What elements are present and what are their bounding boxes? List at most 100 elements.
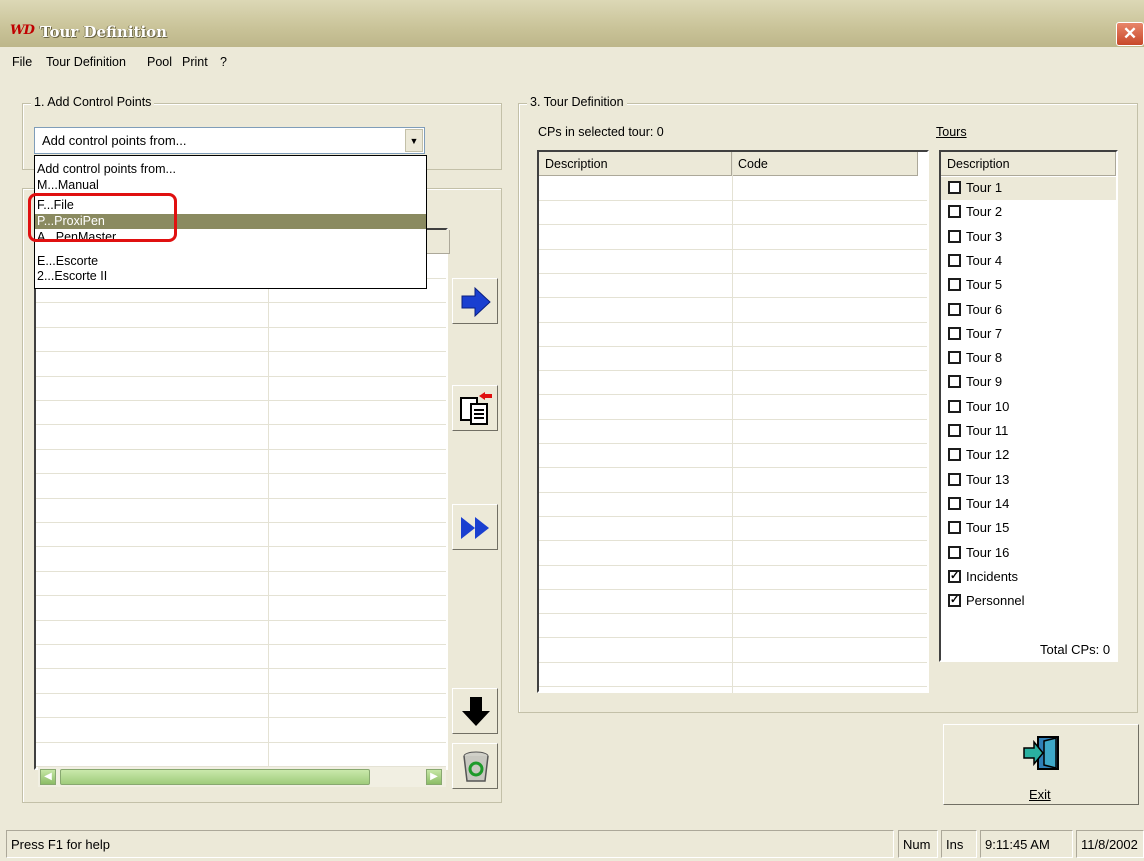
menu-help[interactable]: ?	[220, 55, 227, 69]
option-add-from[interactable]: Add control points from...	[35, 162, 426, 177]
tour-cp-grid[interactable]: Description Code	[537, 150, 929, 693]
checkbox-icon[interactable]	[948, 448, 961, 462]
tour-label: Tour 16	[966, 544, 1010, 560]
checkbox-checked-icon[interactable]: ✓	[948, 569, 961, 583]
control-points-grid[interactable]	[34, 228, 450, 770]
tours-header-description[interactable]: Description	[941, 152, 1116, 176]
checkbox-checked-icon[interactable]: ✓	[948, 594, 961, 608]
total-cps-label: Total CPs: 0	[1040, 642, 1111, 657]
grid-row-line	[36, 595, 446, 597]
grid-row-line	[36, 326, 446, 328]
grid-row-line	[36, 448, 446, 450]
paste-icon	[460, 392, 492, 425]
checkbox-icon[interactable]	[948, 472, 961, 486]
grid-row-line	[36, 522, 446, 523]
add-source-combo[interactable]: Add control points from... ▼	[34, 127, 425, 154]
grid-row-line	[36, 400, 446, 401]
app-logo: WD	[10, 23, 35, 38]
menu-print[interactable]: Print	[182, 55, 208, 69]
grid-row-line	[539, 418, 927, 420]
close-button[interactable]: ✕	[1116, 22, 1144, 46]
title-bar[interactable]: WD Tour Definition ✕	[0, 0, 1144, 47]
grid-row-line	[36, 424, 446, 426]
checkbox-icon[interactable]	[948, 351, 961, 365]
grid-row-line	[539, 637, 927, 639]
scroll-right-icon[interactable]: ▶	[426, 769, 442, 785]
grid-row-line	[36, 570, 446, 572]
exit-label: Exit	[1029, 787, 1051, 802]
option-manual[interactable]: M...Manual	[35, 178, 426, 193]
delete-button[interactable]	[452, 743, 498, 789]
status-ins: Ins	[941, 830, 977, 858]
checkbox-icon[interactable]	[948, 278, 961, 292]
menu-bar: File Tour Definition Pool Print ?	[0, 48, 1144, 76]
cp-grid-divider	[268, 230, 269, 770]
checkbox-icon[interactable]	[948, 181, 961, 194]
grid-row-line	[539, 686, 927, 687]
menu-pool[interactable]: Pool	[147, 55, 172, 69]
grid-row-line	[36, 302, 446, 304]
tour-cp-header-description[interactable]: Description	[539, 152, 732, 176]
grid-row-line	[539, 394, 927, 396]
tour-definition-legend: 3. Tour Definition	[527, 95, 627, 109]
exit-button[interactable]: Exit	[943, 724, 1139, 805]
scroll-left-icon[interactable]: ◀	[40, 769, 56, 785]
checkbox-icon[interactable]	[948, 521, 961, 535]
grid-row-line	[36, 619, 446, 621]
tours-label: Tours	[936, 125, 967, 139]
grid-row-line	[539, 248, 927, 250]
tour-label: Tour 8	[966, 350, 1003, 366]
checkbox-icon[interactable]	[948, 424, 961, 437]
grid-row-line	[539, 661, 927, 663]
menu-tour-definition[interactable]: Tour Definition	[46, 55, 126, 69]
checkbox-icon[interactable]	[948, 545, 961, 559]
tour-label: Tour 5	[966, 277, 1003, 293]
tour-label: Tour 15	[966, 520, 1010, 536]
move-down-button[interactable]	[452, 688, 498, 734]
status-time: 9:11:45 AM	[980, 830, 1073, 858]
horizontal-scrollbar[interactable]: ◀ ▶	[38, 767, 446, 787]
chevron-down-icon[interactable]: ▼	[405, 129, 423, 152]
checkbox-icon[interactable]	[948, 229, 961, 243]
checkbox-icon[interactable]	[948, 375, 961, 389]
checkbox-icon[interactable]	[948, 496, 961, 510]
tour-label: Tour 13	[966, 471, 1010, 487]
grid-row-line	[539, 321, 927, 323]
window-title: Tour Definition	[40, 23, 168, 41]
option-escorte[interactable]: E...Escorte	[35, 254, 426, 269]
scroll-thumb[interactable]	[60, 769, 370, 785]
tour-label: Personnel	[966, 593, 1025, 609]
grid-row-line	[36, 668, 446, 670]
checkbox-icon[interactable]	[948, 326, 961, 340]
grid-row-line	[36, 473, 446, 475]
grid-row-line	[539, 613, 927, 615]
tour-label: Tour 10	[966, 398, 1010, 414]
grid-row-line	[36, 741, 446, 743]
grid-row-line	[36, 351, 446, 353]
tour-label: Tour 9	[966, 374, 1003, 390]
checkbox-icon[interactable]	[948, 253, 961, 267]
tour-definition-window: WD Tour Definition ✕ File Tour Definitio…	[0, 0, 1144, 861]
grid-row-line	[539, 224, 927, 226]
copy-paste-button[interactable]	[452, 385, 498, 431]
menu-file[interactable]: File	[12, 55, 32, 69]
tour-label: Tour 11	[966, 423, 1009, 438]
checkbox-icon[interactable]	[948, 302, 961, 316]
tour-label: Tour 2	[966, 204, 1003, 220]
recycle-bin-icon	[463, 751, 489, 782]
grid-row-line	[36, 692, 446, 694]
grid-row-line	[36, 546, 446, 548]
add-button[interactable]	[452, 278, 498, 324]
checkbox-icon[interactable]	[948, 399, 961, 413]
combo-value: Add control points from...	[42, 133, 187, 148]
grid-row-line	[539, 540, 927, 542]
option-escorte-ii[interactable]: 2...Escorte II	[35, 269, 426, 284]
grid-row-line	[36, 717, 446, 719]
tour-cp-header-code[interactable]: Code	[732, 152, 918, 176]
tour-label: Tour 14	[966, 495, 1010, 511]
grid-row-line	[539, 588, 927, 590]
checkbox-icon[interactable]	[948, 205, 961, 219]
grid-row-line	[539, 515, 927, 517]
add-control-points-legend: 1. Add Control Points	[31, 95, 155, 109]
add-all-button[interactable]	[452, 504, 498, 550]
